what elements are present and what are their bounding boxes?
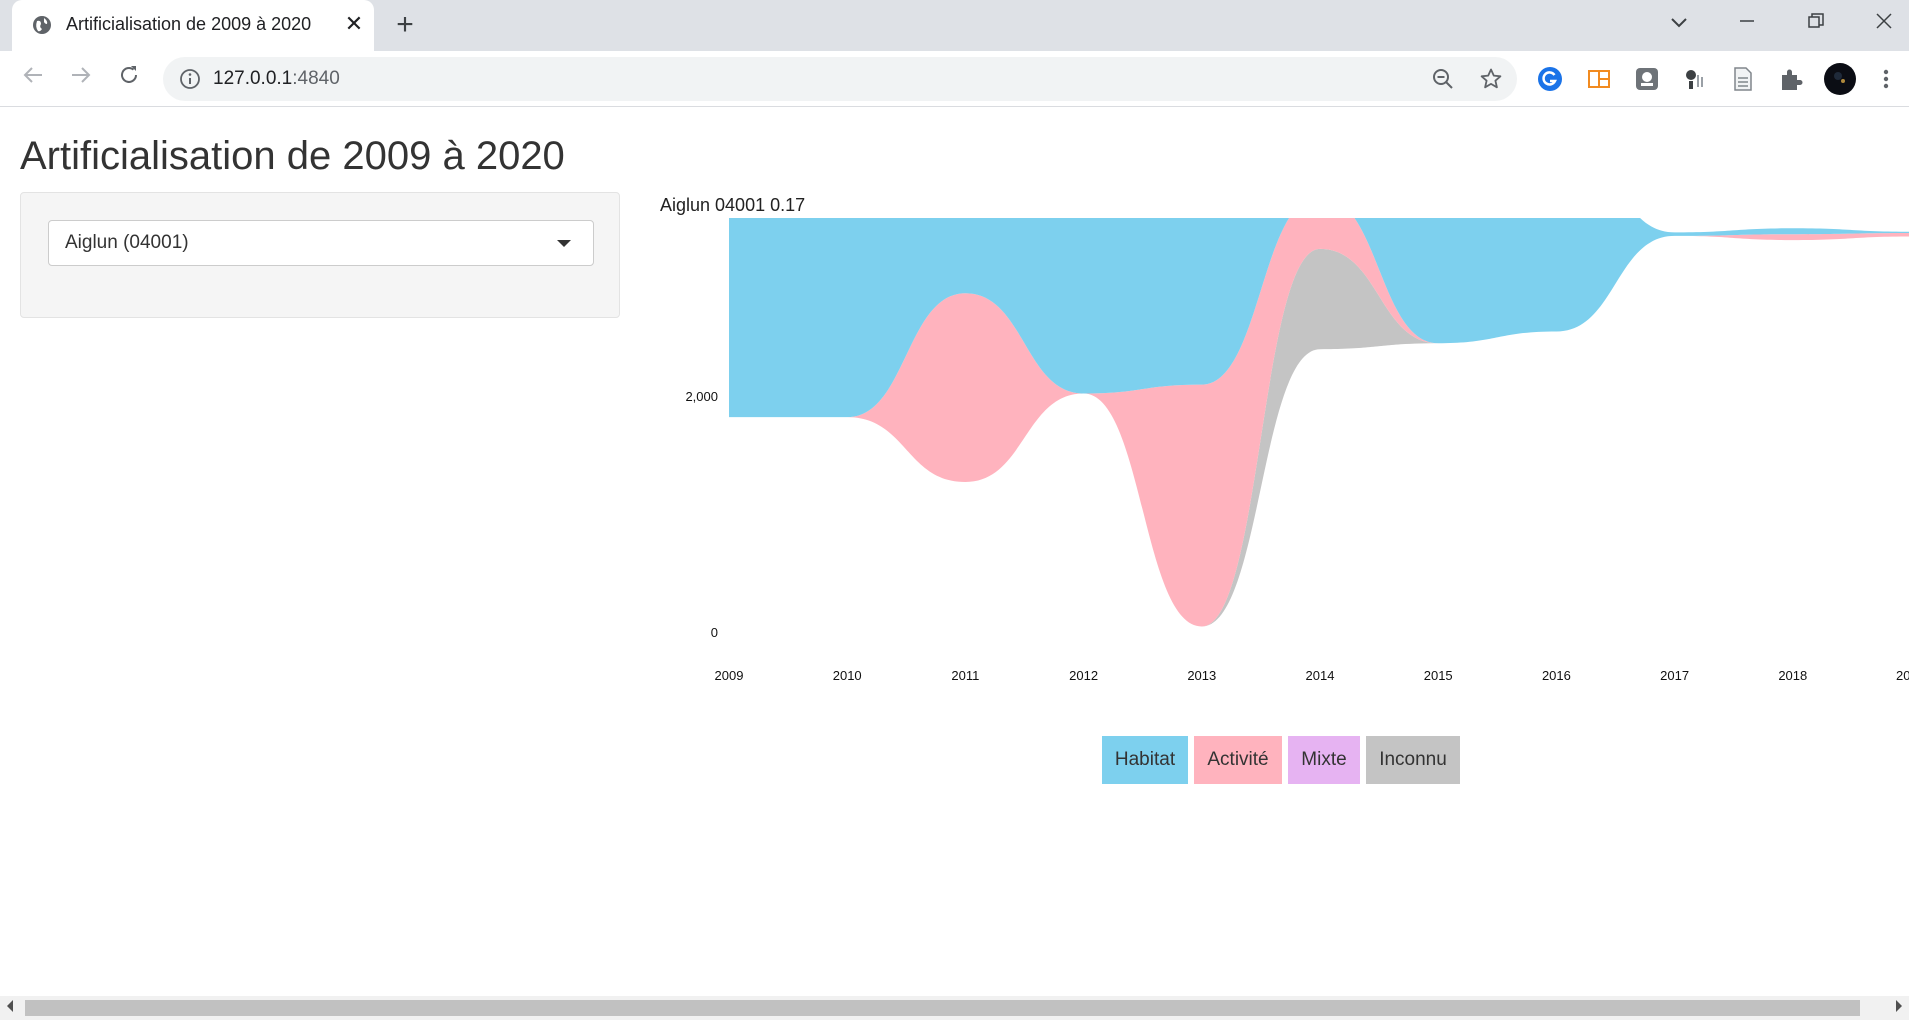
reload-icon[interactable] — [113, 63, 145, 95]
tab-strip: Artificialisation de 2009 à 2020 ✕ + — [0, 0, 1909, 51]
browser-tab[interactable]: Artificialisation de 2009 à 2020 ✕ — [12, 0, 374, 51]
globe-icon — [32, 15, 52, 35]
info-icon[interactable] — [179, 68, 201, 90]
commune-select[interactable]: Aiglun (04001) — [48, 220, 594, 266]
streamgraph-chart: 02,0004,0006,000200920102011201220132014… — [685, 218, 1909, 683]
url-text: 127.0.0.1:4840 — [213, 68, 340, 90]
x-tick-label: 201 — [1896, 668, 1909, 683]
chart-title: Aiglun 04001 0.17 — [660, 195, 806, 215]
browser-window: Artificialisation de 2009 à 2020 ✕ + 127… — [0, 0, 1909, 1020]
audio-extension-icon[interactable] — [1682, 66, 1708, 92]
x-tick-label: 2015 — [1424, 668, 1453, 683]
minimize-icon[interactable] — [1727, 8, 1767, 38]
scroll-left-icon[interactable] — [7, 1000, 13, 1012]
tab-search-icon[interactable] — [1659, 8, 1699, 38]
window-close-icon[interactable] — [1864, 8, 1904, 38]
address-bar[interactable]: 127.0.0.1:4840 — [163, 57, 1517, 101]
profile-avatar[interactable] — [1824, 63, 1856, 95]
legend-item-activite[interactable]: Activité — [1194, 736, 1282, 784]
page-content: Artificialisation de 2009 à 2020 Aiglun … — [0, 108, 1909, 996]
sidebar-panel: Aiglun (04001) — [20, 192, 620, 318]
document-extension-icon[interactable] — [1730, 66, 1756, 92]
url-host: 127.0.0.1 — [213, 68, 293, 89]
url-port: :4840 — [292, 68, 340, 89]
x-tick-label: 2013 — [1187, 668, 1216, 683]
grammarly-extension-icon[interactable] — [1537, 66, 1563, 92]
x-tick-label: 2018 — [1778, 668, 1807, 683]
forward-arrow-icon[interactable] — [65, 63, 97, 95]
commune-select-value: Aiglun (04001) — [65, 232, 189, 253]
layout-extension-icon[interactable] — [1586, 66, 1612, 92]
legend-item-habitat[interactable]: Habitat — [1102, 736, 1188, 784]
x-tick-label: 2009 — [715, 668, 744, 683]
legend-item-mixte[interactable]: Mixte — [1288, 736, 1360, 784]
y-tick-label: 2,000 — [685, 389, 718, 404]
zoom-out-icon[interactable] — [1431, 67, 1455, 91]
legend-item-inconnu[interactable]: Inconnu — [1366, 736, 1460, 784]
restore-icon[interactable] — [1796, 8, 1836, 38]
y-tick-label: 0 — [711, 625, 718, 640]
x-tick-label: 2012 — [1069, 668, 1098, 683]
tab-close-icon[interactable]: ✕ — [342, 12, 366, 36]
tab-title: Artificialisation de 2009 à 2020 — [66, 14, 312, 34]
scroll-right-icon[interactable] — [1896, 1000, 1902, 1012]
x-tick-label: 2016 — [1542, 668, 1571, 683]
more-menu-icon[interactable] — [1873, 66, 1899, 92]
horizontal-scrollbar[interactable] — [0, 996, 1909, 1020]
x-tick-label: 2010 — [833, 668, 862, 683]
page-title: Artificialisation de 2009 à 2020 — [20, 134, 565, 178]
bookmark-star-icon[interactable] — [1479, 67, 1503, 91]
browser-toolbar: 127.0.0.1:4840 — [0, 51, 1909, 107]
scrollbar-thumb[interactable] — [25, 1000, 1860, 1016]
x-tick-label: 2017 — [1660, 668, 1689, 683]
caret-down-icon — [557, 240, 571, 247]
new-tab-button[interactable]: + — [390, 10, 420, 40]
profile-card-extension-icon[interactable] — [1634, 66, 1660, 92]
x-tick-label: 2011 — [951, 668, 979, 683]
extensions-puzzle-icon[interactable] — [1778, 66, 1804, 92]
x-tick-label: 2014 — [1306, 668, 1335, 683]
back-arrow-icon[interactable] — [17, 63, 49, 95]
